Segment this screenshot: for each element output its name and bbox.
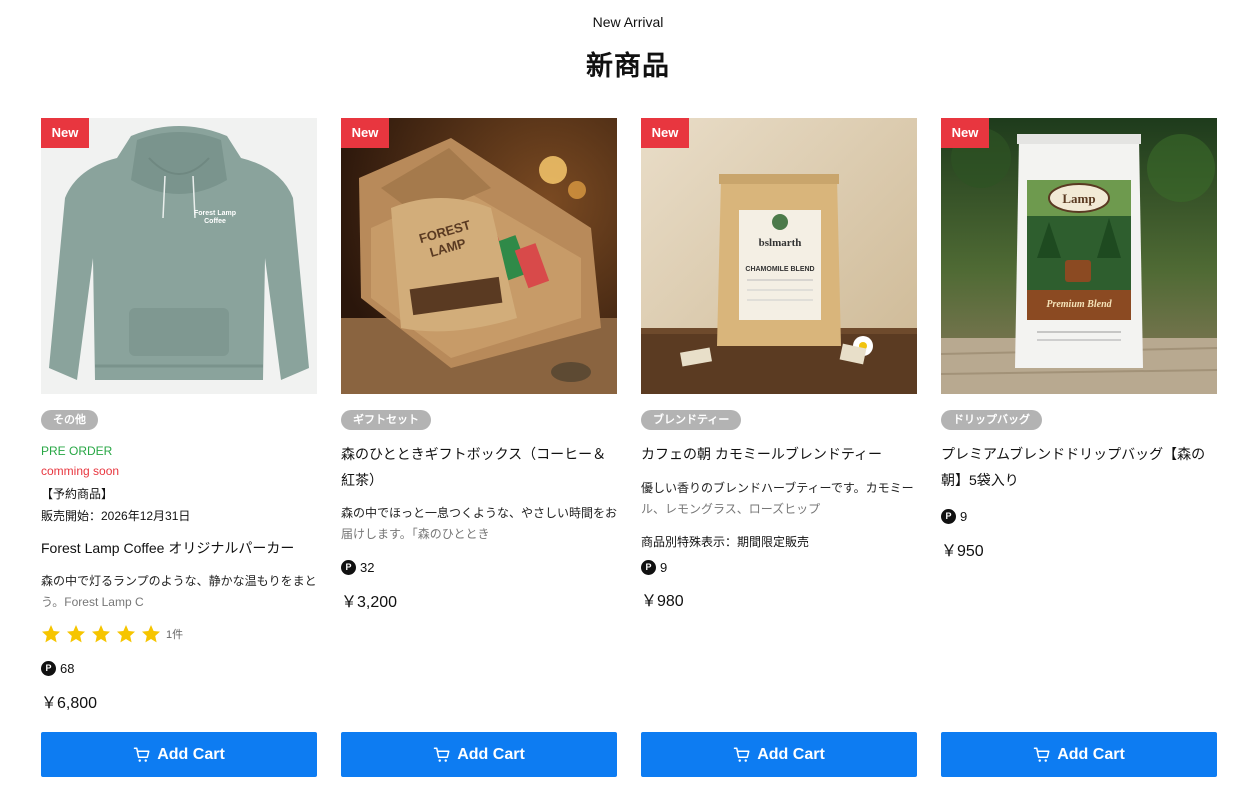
points-value: 9 — [660, 559, 668, 575]
product-name[interactable]: カフェの朝 カモミールブレンドティー — [641, 441, 917, 467]
product-price: ￥6,800 — [41, 695, 98, 712]
category-chip[interactable]: ドリップバッグ — [941, 410, 1042, 430]
product-card: bslmarth CHAMOMILE BLEND New ブレンドティー カフェ… — [641, 118, 917, 778]
svg-text:Premium Blend: Premium Blend — [1046, 299, 1112, 310]
new-badge: New — [41, 118, 89, 148]
star-icon — [42, 625, 60, 643]
drip-bag-image: Lamp Premium Blend — [941, 118, 1217, 394]
hoodie-image: Forest Lamp Coffee — [41, 118, 317, 394]
product-description: 森の中でほっと一息つくような、やさしい時間をお 届けします。「森のひととき — [341, 503, 617, 545]
point-icon: P — [341, 559, 356, 575]
svg-text:CHAMOMILE BLEND: CHAMOMILE BLEND — [745, 266, 814, 273]
review-count[interactable]: 1件 — [166, 626, 183, 642]
product-name-line: 紅茶） — [341, 472, 383, 488]
category-chip[interactable]: ブレンドティー — [641, 410, 742, 430]
svg-text:Forest Lamp: Forest Lamp — [194, 210, 236, 217]
points: P 9 — [641, 559, 667, 575]
points-value: 68 — [60, 660, 75, 676]
section-subtitle: New Arrival — [592, 14, 664, 30]
category-chip[interactable]: ギフトセット — [341, 410, 431, 430]
description-line: 森の中で灯るランプのような、静かな温もりをまと — [41, 574, 317, 588]
add-cart-button[interactable]: Add Cart — [941, 732, 1217, 777]
gift-box-image: FOREST LAMP — [341, 118, 617, 394]
special-note: 商品別特殊表示：期間限定販売 — [641, 535, 810, 549]
product-card: Forest Lamp Coffee New その他 PRE ORDER com… — [41, 118, 317, 778]
cart-icon — [433, 747, 450, 762]
new-badge: New — [941, 118, 989, 148]
product-card: Lamp Premium Blend New ドリップバッグ プレミアムブレンド… — [941, 118, 1217, 778]
description-line: う。Forest Lamp C — [41, 595, 144, 609]
reserve-label: 【予約商品】 — [41, 487, 114, 501]
points-value: 32 — [360, 559, 375, 575]
product-name-line: 朝】5袋入り — [941, 472, 1019, 488]
points-value: 9 — [960, 508, 968, 524]
description-line: 届けします。「森のひととき — [341, 527, 490, 541]
point-icon: P — [41, 660, 56, 676]
rating-stars: 1件 — [41, 624, 183, 644]
product-description: 優しい香りのブレンドハーブティーです。カモミー ル、レモングラス、ローズヒップ — [641, 478, 917, 520]
description-line: 森の中でほっと一息つくような、やさしい時間をお — [341, 506, 618, 520]
description-line: 優しい香りのブレンドハーブティーです。カモミー — [641, 481, 914, 495]
product-image[interactable]: FOREST LAMP New — [341, 118, 617, 394]
tea-pouch-image: bslmarth CHAMOMILE BLEND — [641, 118, 917, 394]
product-card: FOREST LAMP New ギフトセット 森のひとときギフトボックス（コーヒ… — [341, 118, 617, 778]
add-cart-button[interactable]: Add Cart — [341, 732, 617, 777]
point-icon: P — [941, 508, 956, 524]
category-chip[interactable]: その他 — [41, 410, 98, 430]
add-cart-button[interactable]: Add Cart — [41, 732, 317, 777]
sale-start-label: 販売開始：2026年12月31日 — [41, 509, 191, 523]
description-line: ル、レモングラス、ローズヒップ — [641, 502, 821, 516]
svg-text:Lamp: Lamp — [1062, 191, 1095, 206]
product-name[interactable]: Forest Lamp Coffee オリジナルパーカー — [41, 535, 317, 561]
star-icon — [142, 625, 160, 643]
product-name-line: プレミアムブレンドドリップバッグ【森の — [941, 446, 1206, 462]
section-title: 新商品 — [586, 51, 670, 81]
product-name[interactable]: プレミアムブレンドドリップバッグ【森の 朝】5袋入り — [941, 441, 1217, 493]
point-icon: P — [641, 559, 656, 575]
product-image[interactable]: Forest Lamp Coffee New — [41, 118, 317, 394]
cart-icon — [133, 747, 150, 762]
cart-icon — [1033, 747, 1050, 762]
svg-text:bslmarth: bslmarth — [759, 237, 802, 249]
add-cart-button[interactable]: Add Cart — [641, 732, 917, 777]
points: P 68 — [41, 660, 74, 676]
cart-icon — [733, 747, 750, 762]
product-name[interactable]: 森のひとときギフトボックス（コーヒー＆ 紅茶） — [341, 441, 617, 493]
product-image[interactable]: Lamp Premium Blend New — [941, 118, 1217, 394]
product-price: ￥980 — [641, 593, 684, 610]
add-cart-label: Add Cart — [457, 745, 525, 763]
product-price: ￥950 — [941, 543, 984, 560]
points: P 32 — [341, 559, 374, 575]
points: P 9 — [941, 508, 967, 524]
add-cart-label: Add Cart — [1057, 745, 1125, 763]
preorder-label: PRE ORDER — [41, 444, 113, 458]
product-description: 森の中で灯るランプのような、静かな温もりをまと う。Forest Lamp C — [41, 571, 317, 613]
star-icon — [117, 625, 135, 643]
product-image[interactable]: bslmarth CHAMOMILE BLEND New — [641, 118, 917, 394]
add-cart-label: Add Cart — [757, 745, 825, 763]
product-name-line: 森のひとときギフトボックス（コーヒー＆ — [341, 446, 607, 462]
star-icon — [92, 625, 110, 643]
star-icon — [67, 625, 85, 643]
svg-text:Coffee: Coffee — [204, 218, 226, 225]
new-badge: New — [641, 118, 689, 148]
coming-soon-label: comming soon — [41, 464, 120, 478]
product-price: ￥3,200 — [341, 594, 398, 611]
new-badge: New — [341, 118, 389, 148]
add-cart-label: Add Cart — [157, 745, 225, 763]
